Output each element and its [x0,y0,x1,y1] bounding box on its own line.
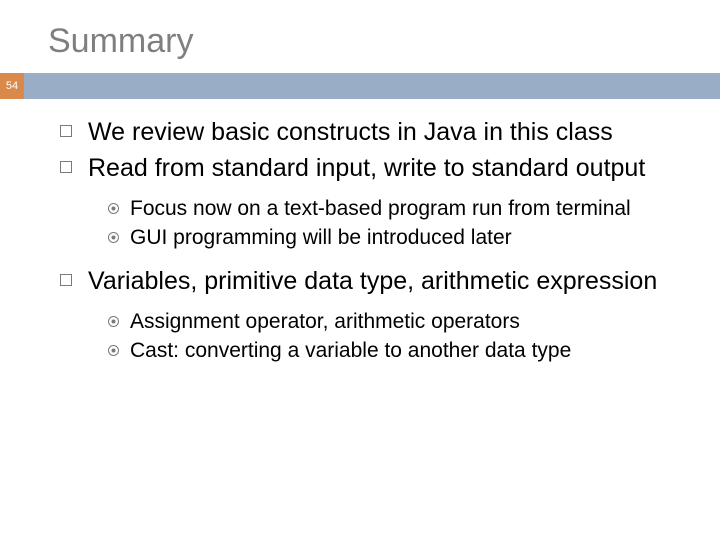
accent-bar-fill [24,73,720,99]
slide: Summary 54 We review basic constructs in… [0,0,720,540]
bullet-text: Read from standard input, write to stand… [88,153,690,185]
square-bullet-icon [60,266,88,298]
bullet-text: GUI programming will be introduced later [130,224,690,251]
dot-bullet-icon [108,224,130,251]
square-bullet-icon [60,117,88,149]
sub-bullet-group: Focus now on a text-based program run fr… [108,195,690,252]
accent-bar: 54 [0,73,720,99]
bullet-text: Cast: converting a variable to another d… [130,337,690,364]
square-bullet-icon [60,153,88,185]
slide-body: We review basic constructs in Java in th… [0,99,720,364]
bullet-level1: Variables, primitive data type, arithmet… [60,266,690,298]
bullet-text: Variables, primitive data type, arithmet… [88,266,690,298]
sub-bullet-group: Assignment operator, arithmetic operator… [108,308,690,365]
bullet-text: We review basic constructs in Java in th… [88,117,690,149]
bullet-level2: Focus now on a text-based program run fr… [108,195,690,222]
slide-title: Summary [0,0,720,73]
bullet-level2: Cast: converting a variable to another d… [108,337,690,364]
bullet-level2: Assignment operator, arithmetic operator… [108,308,690,335]
slide-number-badge: 54 [0,73,24,99]
bullet-level2: GUI programming will be introduced later [108,224,690,251]
bullet-level1: Read from standard input, write to stand… [60,153,690,185]
bullet-text: Focus now on a text-based program run fr… [130,195,690,222]
dot-bullet-icon [108,308,130,335]
dot-bullet-icon [108,195,130,222]
bullet-text: Assignment operator, arithmetic operator… [130,308,690,335]
bullet-level1: We review basic constructs in Java in th… [60,117,690,149]
dot-bullet-icon [108,337,130,364]
